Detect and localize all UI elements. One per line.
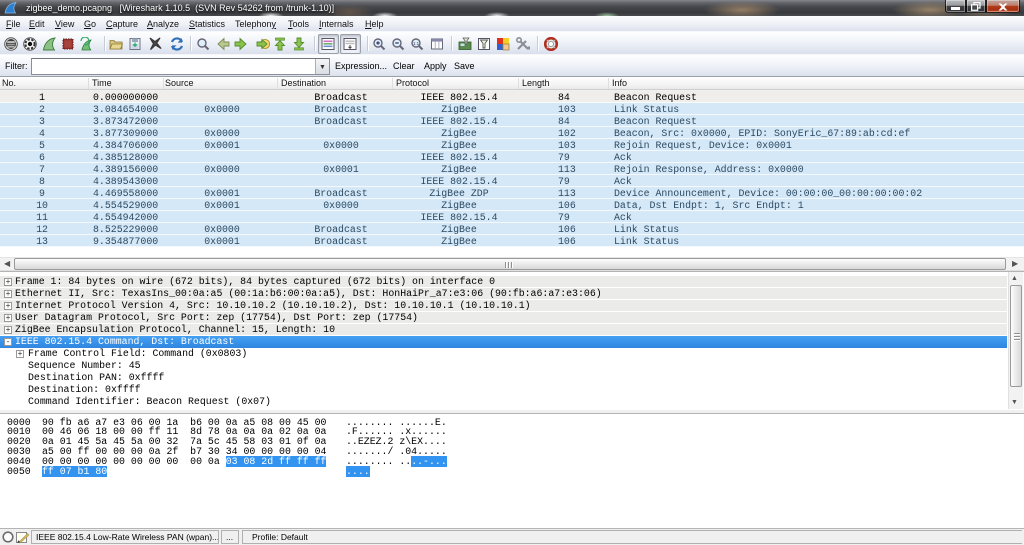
svg-text:1:1: 1:1 (412, 41, 419, 46)
